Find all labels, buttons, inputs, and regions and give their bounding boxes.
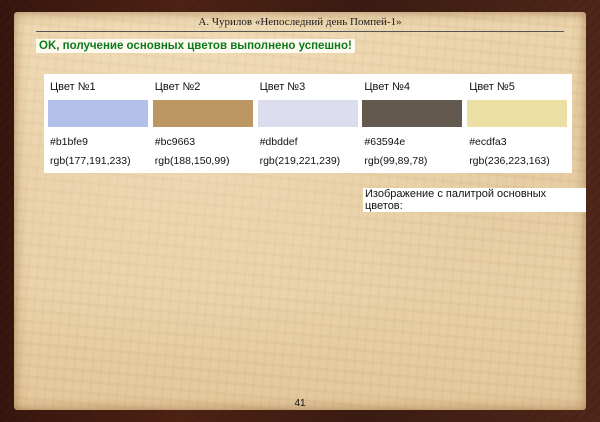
color-swatch <box>362 100 463 127</box>
color-label: Цвет №3 <box>259 81 306 93</box>
color-hex: #b1bfe9 <box>50 136 88 148</box>
palette-color-2: Цвет №2 #bc9663 rgb(188,150,99) <box>151 74 256 173</box>
palette-color-1: Цвет №1 #b1bfe9 rgb(177,191,233) <box>46 74 151 173</box>
palette-color-4: Цвет №4 #63594e rgb(99,89,78) <box>360 74 465 173</box>
color-hex: #bc9663 <box>154 136 196 148</box>
color-swatch <box>257 100 358 127</box>
page-sheet: А. Чурилов «Непоследний день Помпей-1» O… <box>14 12 586 410</box>
color-label: Цвет №5 <box>469 81 515 93</box>
color-hex: #ecdfa3 <box>469 136 507 148</box>
color-rgb: rgb(177,191,233) <box>50 155 131 167</box>
color-hex: #dbddef <box>259 136 298 148</box>
color-rgb: rgb(188,150,99) <box>154 155 230 167</box>
color-label: Цвет №4 <box>364 81 411 93</box>
color-swatch <box>48 100 148 127</box>
color-palette-table: Цвет №1 #b1bfe9 rgb(177,191,233) Цвет №2… <box>44 74 572 173</box>
color-rgb: rgb(236,223,163) <box>469 155 550 167</box>
color-label: Цвет №2 <box>154 81 201 93</box>
running-header: А. Чурилов «Непоследний день Помпей-1» <box>36 16 564 32</box>
color-swatch <box>467 100 568 127</box>
color-rgb: rgb(219,221,239) <box>259 155 341 167</box>
success-message: OK, получение основных цветов выполнено … <box>36 39 355 53</box>
palette-color-5: Цвет №5 #ecdfa3 rgb(236,223,163) <box>465 74 570 173</box>
color-hex: #63594e <box>364 136 406 148</box>
color-label: Цвет №1 <box>50 81 96 93</box>
color-swatch <box>152 100 253 127</box>
palette-color-3: Цвет №3 #dbddef rgb(219,221,239) <box>256 74 361 173</box>
color-rgb: rgb(99,89,78) <box>364 155 428 167</box>
palette-image-caption: Изображение с палитрой основных цветов: <box>363 188 586 212</box>
page-number: 41 <box>294 398 306 409</box>
